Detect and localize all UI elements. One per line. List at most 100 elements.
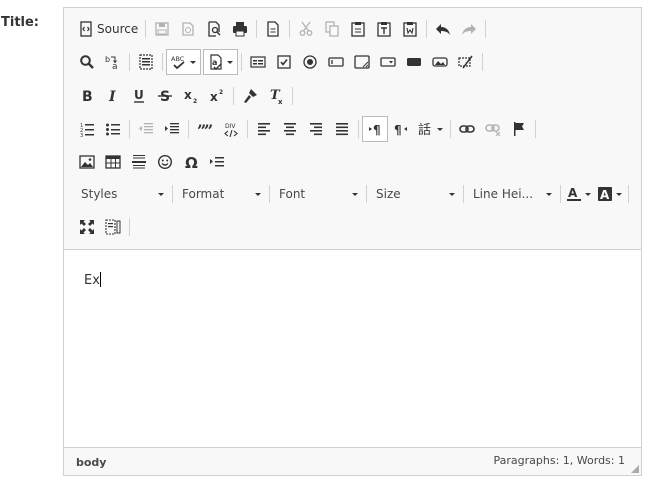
align-center-button[interactable] — [277, 116, 303, 142]
separator — [560, 185, 561, 203]
resize-handle-icon[interactable] — [631, 465, 639, 473]
print-button[interactable] — [227, 16, 253, 42]
show-blocks-button[interactable] — [100, 214, 126, 240]
copy-format-icon — [244, 89, 257, 103]
maximize-button[interactable] — [74, 214, 100, 240]
separator — [129, 53, 130, 71]
bold-button[interactable]: B — [74, 83, 100, 109]
svg-text:ABC: ABC — [171, 55, 185, 63]
justify-button[interactable] — [329, 116, 355, 142]
paste-button[interactable] — [345, 16, 371, 42]
rtl-button[interactable]: ¶ — [388, 116, 414, 142]
find-button[interactable] — [74, 49, 100, 75]
checkbox-button[interactable] — [271, 49, 297, 75]
remove-format-button[interactable]: Tx — [263, 83, 289, 109]
strike-button[interactable]: S — [152, 83, 178, 109]
table-button[interactable] — [100, 149, 126, 175]
styles-label: Styles — [81, 187, 118, 201]
templates-button[interactable] — [175, 16, 201, 42]
editor-text[interactable]: Ex — [84, 272, 101, 288]
select-field-button[interactable] — [375, 49, 401, 75]
select-field-icon — [380, 57, 396, 67]
undo-button[interactable] — [430, 16, 456, 42]
div-button[interactable]: DIV — [218, 116, 244, 142]
source-label: Source — [97, 22, 139, 36]
paste-word-button[interactable] — [397, 16, 423, 42]
element-path[interactable]: body — [76, 456, 106, 469]
unlink-button[interactable] — [480, 116, 506, 142]
find-icon — [80, 55, 94, 69]
outdent-button[interactable] — [133, 116, 159, 142]
svg-text:A: A — [600, 188, 610, 202]
format-dropdown[interactable]: Format — [175, 181, 267, 207]
form-button-button[interactable] — [401, 49, 427, 75]
font-dropdown[interactable]: Font — [272, 181, 364, 207]
outdent-icon — [139, 123, 153, 134]
underline-button[interactable]: U — [126, 83, 152, 109]
align-right-button[interactable] — [303, 116, 329, 142]
paste-text-icon — [377, 22, 391, 37]
select-all-button[interactable] — [133, 49, 159, 75]
radio-button[interactable] — [297, 49, 323, 75]
styles-dropdown[interactable]: Styles — [74, 181, 170, 207]
chevron-down-icon — [352, 192, 358, 196]
bold-icon: B — [82, 89, 93, 104]
paste-text-button[interactable] — [371, 16, 397, 42]
ltr-button[interactable]: ¶ — [362, 116, 388, 142]
separator — [463, 185, 464, 203]
select-all-icon — [139, 54, 153, 70]
smiley-button[interactable] — [152, 149, 178, 175]
numbered-list-button[interactable]: 123 — [74, 116, 100, 142]
text-cursor — [99, 272, 101, 287]
strike-icon: S — [158, 89, 172, 104]
format-label: Format — [182, 187, 225, 201]
chevron-down-icon — [255, 192, 261, 196]
language-button[interactable]: 話 — [414, 116, 447, 142]
save-button[interactable] — [149, 16, 175, 42]
indent-button[interactable] — [159, 116, 185, 142]
link-button[interactable] — [454, 116, 480, 142]
copy-button[interactable] — [319, 16, 345, 42]
align-left-button[interactable] — [251, 116, 277, 142]
scayt-button[interactable]: a — [203, 49, 238, 75]
copy-icon — [325, 21, 339, 37]
source-button[interactable]: Source — [74, 16, 142, 42]
special-char-button[interactable]: Ω — [178, 149, 204, 175]
text-color-button[interactable]: A — [563, 181, 594, 207]
spellcheck-button[interactable]: ABC — [166, 49, 201, 75]
new-page-button[interactable] — [260, 16, 286, 42]
superscript-button[interactable]: x2 — [204, 83, 230, 109]
button-icon — [407, 58, 421, 66]
bulleted-list-button[interactable] — [100, 116, 126, 142]
indent-icon — [165, 123, 179, 134]
page-break-button[interactable] — [204, 149, 230, 175]
image-button-button[interactable] — [427, 49, 453, 75]
svg-text:Ω: Ω — [185, 154, 198, 170]
separator — [129, 120, 130, 138]
copy-format-button[interactable] — [237, 83, 263, 109]
form-button[interactable] — [245, 49, 271, 75]
cut-button[interactable] — [293, 16, 319, 42]
blockquote-button[interactable]: ”” — [192, 116, 218, 142]
svg-text:¶: ¶ — [373, 123, 381, 137]
horizontal-rule-button[interactable] — [126, 149, 152, 175]
textfield-button[interactable] — [323, 49, 349, 75]
preview-button[interactable] — [201, 16, 227, 42]
textarea-button[interactable] — [349, 49, 375, 75]
replace-button[interactable]: ba — [100, 49, 126, 75]
subscript-button[interactable]: x2 — [178, 83, 204, 109]
image-button[interactable] — [74, 149, 100, 175]
bg-color-icon: A — [598, 187, 612, 202]
bg-color-button[interactable]: A — [594, 181, 625, 207]
anchor-button[interactable] — [506, 116, 532, 142]
separator — [289, 20, 291, 38]
size-dropdown[interactable]: Size — [369, 181, 461, 207]
italic-button[interactable]: I — [100, 83, 126, 109]
chevron-down-icon — [449, 192, 455, 196]
hidden-field-button[interactable] — [453, 49, 479, 75]
redo-button[interactable] — [456, 16, 482, 42]
separator — [535, 120, 536, 138]
line-height-dropdown[interactable]: Line Hei... — [466, 181, 558, 207]
editor-content-area[interactable]: Ex — [64, 250, 641, 448]
word-count: Paragraphs: 1, Words: 1 — [493, 454, 625, 467]
